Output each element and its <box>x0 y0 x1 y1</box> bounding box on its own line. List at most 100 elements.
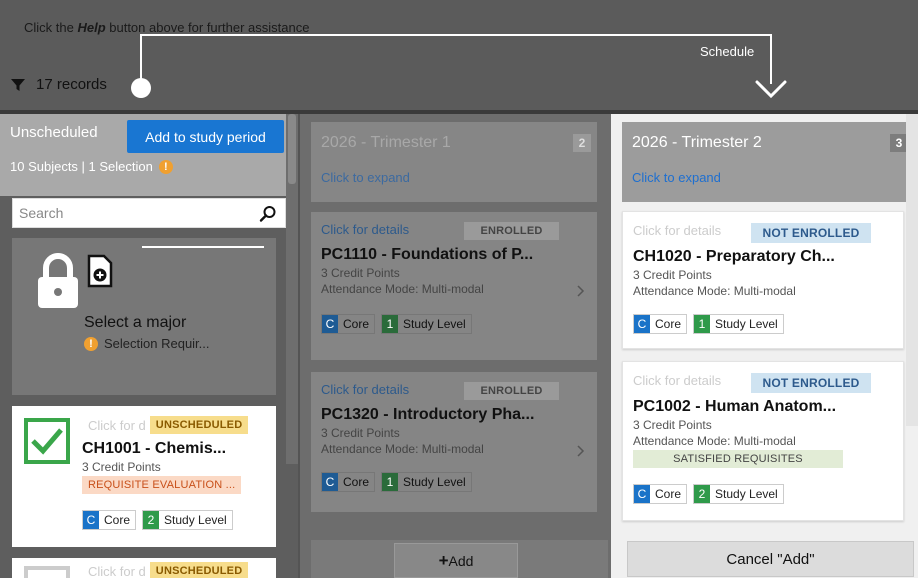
status-badge: UNSCHEDULED <box>149 562 249 578</box>
tag-core: C Core <box>321 472 376 492</box>
unscheduled-scroll-thumb[interactable] <box>288 114 296 184</box>
search-input[interactable] <box>13 199 243 227</box>
tag-text: Study Level <box>403 475 466 489</box>
subject-card[interactable]: Click for d UNSCHEDULED CH1001 - Chemis.… <box>12 406 276 547</box>
subject-attendance: Attendance Mode: Multi-modal <box>321 442 484 456</box>
subject-card[interactable]: Click for d UNSCHEDULED <box>12 558 276 578</box>
tag-letter: 2 <box>694 485 711 503</box>
tag-text: Core <box>655 487 682 501</box>
document-plus-icon <box>87 254 113 288</box>
tag-core: C Core <box>633 314 688 334</box>
requisite-badge: SATISFIED REQUISITES <box>633 450 843 468</box>
major-card-status: ! Selection Requir... <box>84 336 210 351</box>
subject-credits: 3 Credit Points <box>633 268 712 282</box>
card-details-link[interactable]: Click for d <box>88 418 146 433</box>
tag-study-level: 2 Study Level <box>693 484 784 504</box>
tag-letter: 1 <box>382 315 399 333</box>
trimester-2-scrollbar[interactable] <box>906 114 918 426</box>
subject-credits: 3 Credit Points <box>321 266 400 280</box>
tag-letter: 1 <box>382 473 399 491</box>
tag-letter: C <box>322 315 338 333</box>
arrow-down-icon <box>755 80 787 99</box>
subject-card[interactable]: Click for details NOT ENROLLED PC1002 - … <box>622 361 904 521</box>
tag-text: Core <box>655 317 682 331</box>
records-label: 17 records <box>36 76 107 93</box>
tag-letter: C <box>634 315 650 333</box>
subject-card[interactable]: Click for details NOT ENROLLED CH1020 - … <box>622 211 904 349</box>
tag-text: Study Level <box>403 317 466 331</box>
subject-title: CH1020 - Preparatory Ch... <box>633 248 835 265</box>
status-badge: UNSCHEDULED <box>149 416 249 434</box>
status-badge: NOT ENROLLED <box>751 373 871 393</box>
help-hint-suffix: button above for further assistance <box>105 20 310 35</box>
tour-dot <box>131 78 151 98</box>
tag-letter: C <box>634 485 650 503</box>
unscheduled-summary-text: 10 Subjects | 1 Selection <box>10 159 153 174</box>
tag-text: Study Level <box>715 317 778 331</box>
subject-title: PC1002 - Human Anatom... <box>633 398 837 415</box>
tag-letter: C <box>322 473 338 491</box>
trimester-2-column: 2026 - Trimester 2 3 Click to expand Cli… <box>611 114 918 578</box>
subject-credits: 3 Credit Points <box>633 418 712 432</box>
subject-tags: C Core 1 Study Level <box>633 314 784 334</box>
selected-checkbox[interactable] <box>24 418 70 464</box>
chevron-right-icon[interactable] <box>577 445 585 457</box>
trimester-2-title: 2026 - Trimester 2 <box>632 134 762 151</box>
trimester-2-header[interactable]: 2026 - Trimester 2 3 Click to expand <box>622 122 914 202</box>
card-details-link[interactable]: Click for d <box>88 564 146 578</box>
card-details-link[interactable]: Click for details <box>633 223 721 238</box>
subject-card[interactable]: Click for details ENROLLED PC1110 - Foun… <box>311 212 597 360</box>
unscheduled-header: Unscheduled Add to study period 10 Subje… <box>0 114 298 196</box>
records-count[interactable]: 17 records <box>10 76 107 93</box>
tag-text: Core <box>343 317 370 331</box>
trimester-1-expand-link[interactable]: Click to expand <box>321 170 410 185</box>
unscheduled-title: Unscheduled <box>10 124 98 141</box>
subject-title: PC1320 - Introductory Pha... <box>321 406 535 423</box>
subject-attendance: Attendance Mode: Multi-modal <box>633 434 796 448</box>
tag-letter: C <box>83 511 99 529</box>
top-banner: Click the Help button above for further … <box>0 0 918 110</box>
unselected-checkbox[interactable] <box>24 566 70 578</box>
subject-title: CH1001 - Chemis... <box>82 440 227 457</box>
status-badge: NOT ENROLLED <box>751 223 871 243</box>
tag-text: Study Level <box>164 513 227 527</box>
tag-letter: 2 <box>143 511 160 529</box>
trimester-1-header[interactable]: 2026 - Trimester 1 2 Click to expand <box>311 122 597 202</box>
cancel-add-button[interactable]: Cancel "Add" <box>627 541 914 577</box>
tag-text: Core <box>343 475 370 489</box>
major-card-title: Select a major <box>84 314 187 331</box>
filter-icon[interactable] <box>10 77 26 93</box>
subject-attendance: Attendance Mode: Multi-modal <box>321 282 484 296</box>
trimester-2-expand-link[interactable]: Click to expand <box>632 170 721 185</box>
schedule-label: Schedule <box>700 44 755 59</box>
requisite-badge: REQUISITE EVALUATION ... <box>82 476 242 494</box>
add-to-study-period-button[interactable]: Add to study period <box>127 120 284 153</box>
subject-credits: 3 Credit Points <box>321 426 400 440</box>
search-box <box>12 198 286 228</box>
unscheduled-summary: 10 Subjects | 1 Selection ! <box>10 159 173 174</box>
card-details-link[interactable]: Click for details <box>321 382 409 397</box>
status-badge: ENROLLED <box>464 222 559 240</box>
tag-study-level: 1 Study Level <box>381 472 472 492</box>
subject-attendance: Attendance Mode: Multi-modal <box>633 284 796 298</box>
tag-core: C Core <box>633 484 688 504</box>
select-major-card[interactable]: Select a major ! Selection Requir... <box>12 238 276 395</box>
tour-connector-horizontal <box>140 34 772 36</box>
add-button[interactable]: +Add <box>394 543 518 578</box>
help-hint-keyword: Help <box>77 20 106 35</box>
card-details-link[interactable]: Click for details <box>321 222 409 237</box>
subject-tags: C Core 1 Study Level <box>321 314 472 334</box>
help-hint: Click the Help button above for further … <box>24 20 309 35</box>
major-card-subtitle: Selection Requir... <box>104 336 210 351</box>
search-icon[interactable] <box>259 205 277 223</box>
tour-connector-vertical <box>140 34 142 82</box>
tag-study-level: 1 Study Level <box>693 314 784 334</box>
trimester-1-column: 2026 - Trimester 1 2 Click to expand Cli… <box>300 114 611 578</box>
status-badge: ENROLLED <box>464 382 559 400</box>
lock-icon <box>38 253 78 308</box>
trimester-1-title: 2026 - Trimester 1 <box>321 134 451 151</box>
unscheduled-column: Unscheduled Add to study period 10 Subje… <box>0 114 298 578</box>
card-details-link[interactable]: Click for details <box>633 373 721 388</box>
chevron-right-icon[interactable] <box>577 285 585 297</box>
subject-card[interactable]: Click for details ENROLLED PC1320 - Intr… <box>311 372 597 512</box>
